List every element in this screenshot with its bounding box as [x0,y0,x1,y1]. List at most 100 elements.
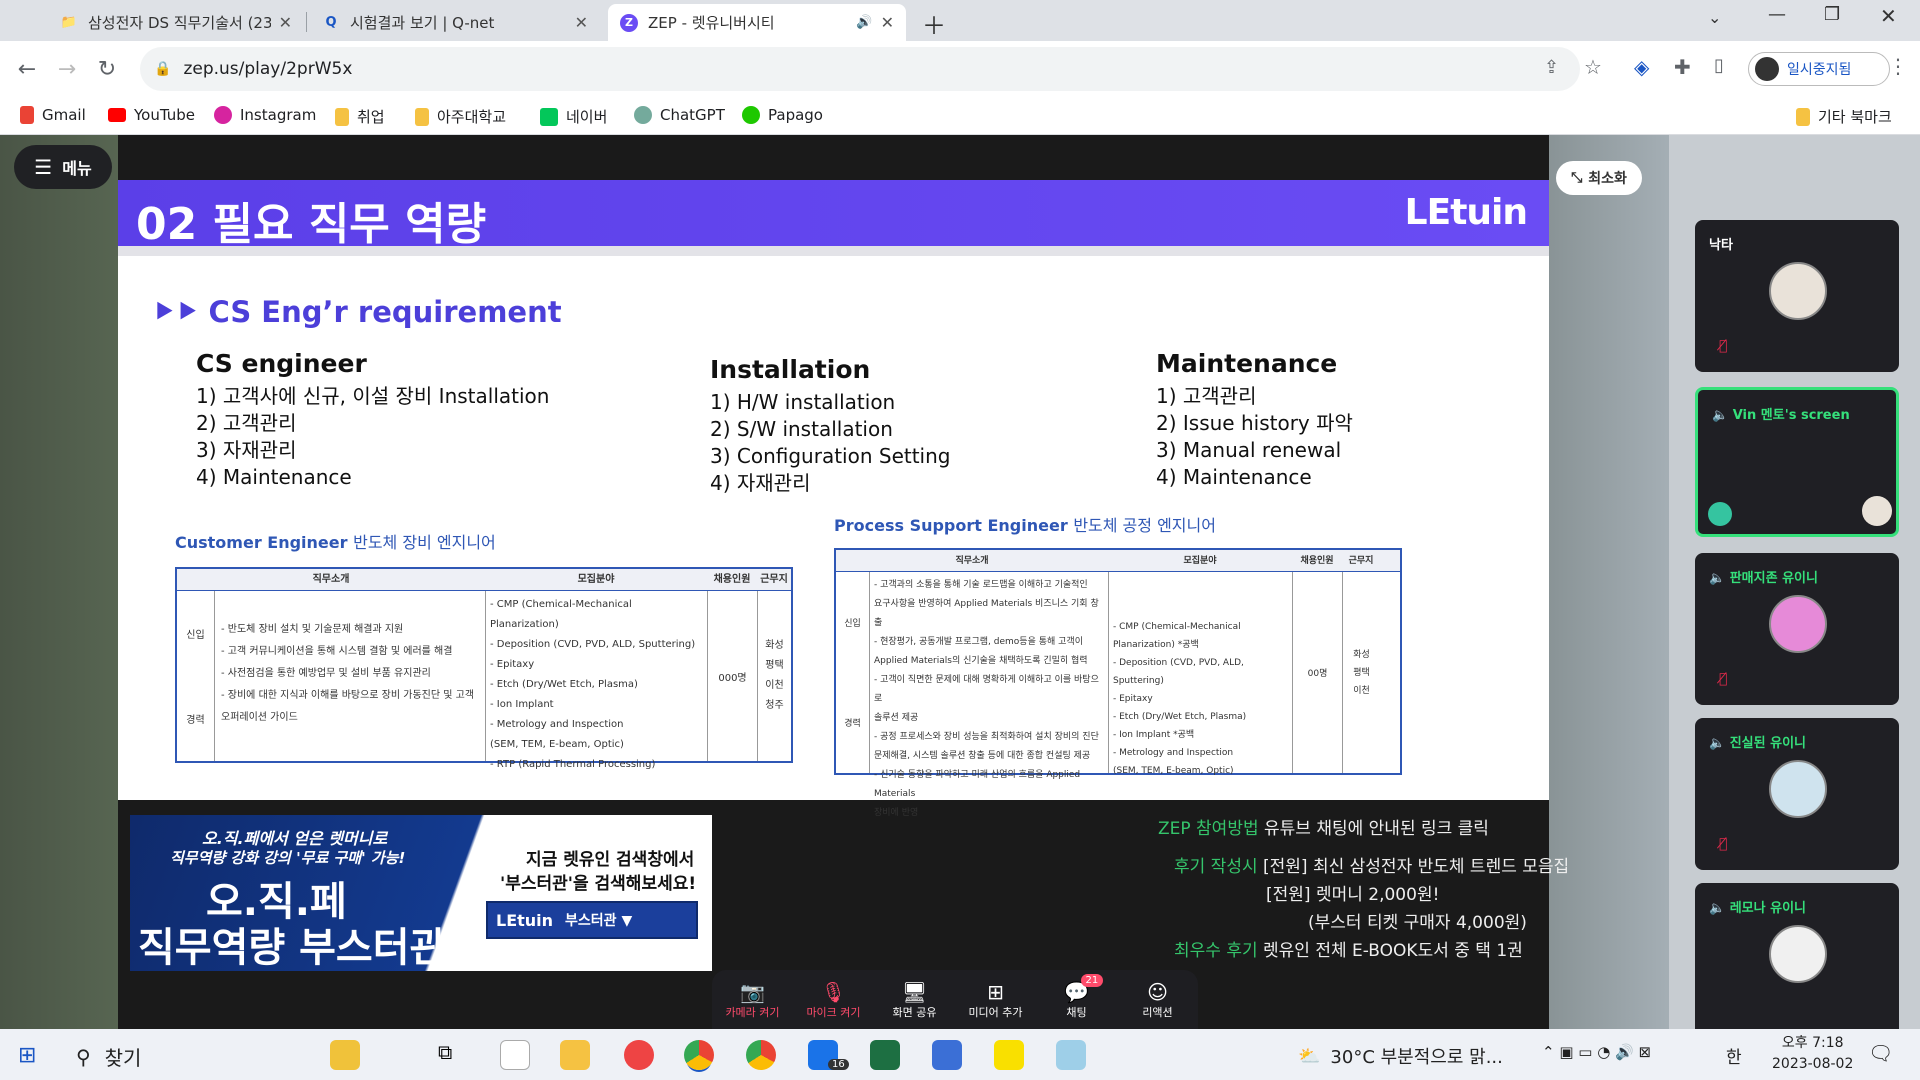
chrome-icon[interactable] [746,1040,776,1070]
reaction-button[interactable]: ☺ 리액션 [1122,980,1194,1020]
header-divider [118,246,1549,256]
sidepanel-icon[interactable]: ▯ [1714,55,1724,76]
minimize-button[interactable]: ⤡ 최소화 [1556,161,1642,195]
puzzle-icon[interactable]: ✚ [1674,55,1691,79]
avatar [1769,760,1827,818]
lock-icon: 🔒 [154,61,172,77]
close-icon[interactable]: ✕ [279,13,292,32]
close-window-button[interactable]: ✕ [1880,4,1897,28]
more-icon[interactable]: ⋮ [1888,54,1908,78]
bookmark-gmail[interactable]: Gmail [20,106,86,124]
url-text: zep.us/play/2prW5x [183,59,353,79]
reload-button[interactable]: ↻ [92,54,122,84]
clock[interactable]: 오후 7:18 2023-08-02 [1772,1033,1853,1075]
taskbar-search[interactable]: ⚲ 찾기 [76,1042,141,1071]
forward-button[interactable]: → [52,54,82,84]
widget-icon[interactable] [330,1040,360,1070]
bookmark-folder-job[interactable]: 취업 [335,106,385,127]
url-bar[interactable]: 🔒 zep.us/play/2prW5x [140,47,1580,91]
windows-taskbar: ⊞ ⚲ 찾기 ⧉ 16 ⛅ 30°C 부분적으로 맑... ⌃ ▣ ▭ ◔ 🔊 ⊠ … [0,1029,1920,1080]
share-icon[interactable]: ⇪ [1544,57,1559,78]
folder-icon [335,107,349,126]
reaction-icon: ☺ [1147,980,1168,1004]
promo-banner[interactable]: 오.직.페에서 얻은 렛머니로 직무역량 강화 강의 '무료 구매' 가능! 오… [130,815,712,971]
notification-icon[interactable]: 🗨 [1868,1041,1893,1065]
speaker-icon: 🔈 [1709,571,1730,586]
participant-card-screen[interactable]: 🔈 Vin 멘토's screen [1695,387,1899,537]
new-tab-button[interactable]: ＋ [922,6,946,41]
participant-card[interactable]: 낙타 🎙̸ [1695,220,1899,372]
mic-button[interactable]: 🎙 마이크 켜기 [798,980,870,1020]
bookmark-chatgpt[interactable]: ChatGPT [634,106,725,124]
weather-widget[interactable]: ⛅ 30°C 부분적으로 맑... [1298,1043,1503,1069]
youtube-icon [108,108,126,122]
tab-search-icon[interactable]: ⌄ [1708,8,1721,27]
weather-icon: ⛅ [1298,1045,1321,1067]
menu-button[interactable]: ☰ 메뉴 [14,145,112,189]
minimize-window-button[interactable]: — [1768,4,1786,25]
tab-zep[interactable]: Z ZEP - 렛유니버시티 🔊 ✕ [608,4,906,41]
excel-icon[interactable] [870,1040,900,1070]
star-icon[interactable]: ☆ [1584,55,1602,79]
app-icon[interactable] [624,1040,654,1070]
hamburger-icon: ☰ [34,155,53,179]
speaker-icon: 🔈 [1709,736,1730,751]
camera-button[interactable]: 📷 카메라 켜기 [717,980,789,1020]
mic-off-icon: 🎙̸ [1719,671,1728,687]
media-add-button[interactable]: ⊞ 미디어 추가 [960,980,1032,1020]
tab-samsung[interactable]: 📁 삼성전자 DS 직무기술서 (23년 ✕ [48,4,304,41]
profile-button[interactable]: 일시중지됨 [1748,52,1890,86]
bookmark-folder-ajou[interactable]: 아주대학교 [415,106,506,127]
windows-start-icon[interactable]: ⊞ [18,1043,36,1068]
bookmark-youtube[interactable]: YouTube [108,106,195,124]
file-explorer-icon[interactable] [560,1040,590,1070]
participant-card[interactable]: 🔈 레모나 유이니 [1695,883,1899,1029]
booster-search-box[interactable]: LEtuin 부스터관 ▼ [486,901,698,939]
chat-button[interactable]: 💬 채팅 21 [1041,974,1113,1020]
extension-icon[interactable]: ◈ [1634,55,1649,79]
speaker-icon[interactable]: 🔊 [856,15,872,30]
chrome-icon[interactable] [684,1040,714,1070]
tab-qnet[interactable]: Q 시험결과 보기 | Q-net ✕ [310,4,600,41]
back-button[interactable]: ← [12,54,42,84]
bookmark-instagram[interactable]: Instagram [214,106,316,124]
avatar [1769,925,1827,983]
folder-icon [415,107,429,126]
avatar [1769,595,1827,653]
editor-icon[interactable] [932,1040,962,1070]
screen-share-view: 02 필요 직무 역량 LEtuin ⯈⯈ CS Eng’r requireme… [118,135,1569,1029]
participant-card[interactable]: 🔈 진실된 유이니 🎙̸ [1695,718,1899,870]
table2-title: Process Support Engineer 반도체 공정 엔지니어 [834,516,1216,535]
avatar [1755,57,1779,81]
ime-indicator[interactable]: 한 [1726,1043,1742,1068]
chat-badge: 21 [1080,974,1104,987]
req-column-maint: Maintenance 1) 고객관리 2) Issue history 파악 … [1156,349,1353,489]
search-icon: ⚲ [76,1044,91,1069]
close-icon[interactable]: ✕ [575,13,588,32]
screen-share-button[interactable]: 🖥 화면 공유 [879,980,951,1020]
tab-bar: 📁 삼성전자 DS 직무기술서 (23년 ✕ Q 시험결과 보기 | Q-net… [0,0,1920,41]
req-column-install: Installation 1) H/W installation 2) S/W … [710,355,951,495]
kakaotalk-icon[interactable] [994,1040,1024,1070]
bookmark-naver[interactable]: 네이버 [540,106,607,127]
notepad-icon[interactable] [500,1040,530,1070]
avatar [1862,496,1892,526]
bookmark-other[interactable]: 기타 북마크 [1796,106,1892,127]
minimize-icon: ⤡ [1571,170,1583,186]
tray-icons[interactable]: ⌃ ▣ ▭ ◔ 🔊 ⊠ [1542,1043,1651,1061]
speaker-icon: 🔈 [1712,408,1733,423]
notice-block: ZEP 참여방법 유튜브 채팅에 안내된 링크 클릭 후기 작성시 [전원] 최… [1158,819,1570,961]
restore-window-button[interactable]: ❐ [1824,4,1840,25]
bookmark-papago[interactable]: Papago [742,106,823,124]
participant-card[interactable]: 🔈 판매지존 유이니 🎙̸ [1695,553,1899,705]
media-add-icon: ⊞ [987,980,1004,1004]
folder-icon [1796,107,1810,126]
slide-subtitle: ⯈⯈ CS Eng’r requirement [152,295,562,329]
close-icon[interactable]: ✕ [881,13,894,32]
mic-off-icon: 🎙̸ [1719,338,1728,354]
instagram-icon [214,106,232,124]
camera-off-icon: 📷 [740,980,765,1004]
task-view-icon[interactable]: ⧉ [438,1040,468,1070]
screen-share-icon: 🖥 [901,980,928,1004]
app-icon[interactable] [1056,1040,1086,1070]
